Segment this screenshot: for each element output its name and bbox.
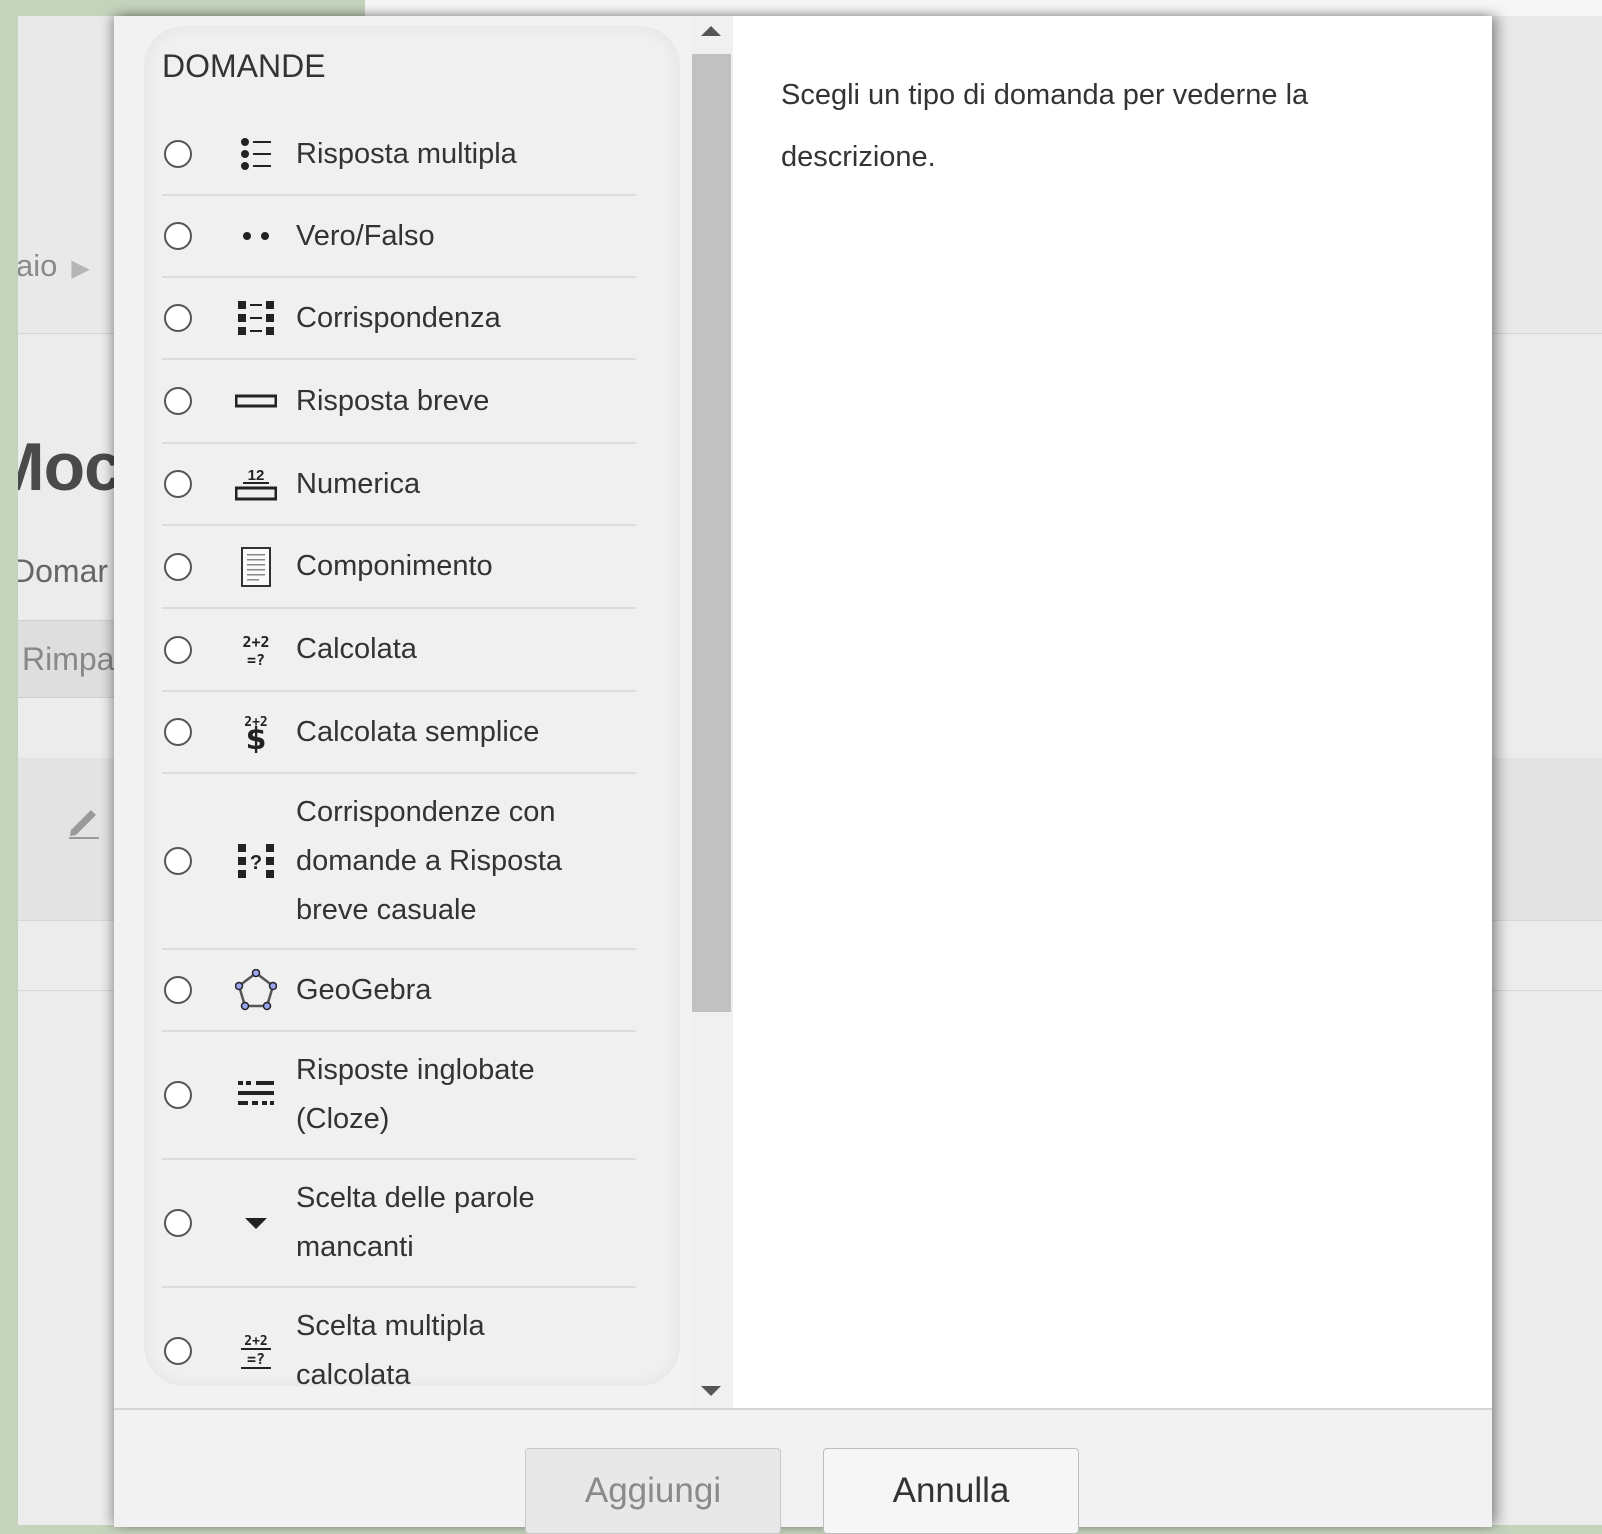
background-page-title: Moc [18,429,122,505]
option-gapselect[interactable]: Scelta delle parole mancanti [162,1160,636,1288]
section-title: DOMANDE [162,48,326,84]
option-multichoice[interactable]: Risposta multipla [162,114,636,196]
radio-button[interactable] [164,552,192,581]
add-button[interactable]: Aggiungi [525,1448,781,1534]
radio-button[interactable] [164,847,192,875]
essay-icon [232,543,280,591]
calculated-simple-icon: 2+2 $ [232,708,280,756]
radio-button[interactable] [164,718,192,746]
random-match-icon: ? [232,837,280,885]
option-truefalse[interactable]: Vero/Falso [162,196,636,278]
calculated-multichoice-icon: 2+2 =? [232,1327,280,1375]
radio-button[interactable] [164,387,192,415]
radio-button[interactable] [164,140,192,168]
options-pane: DOMANDE Risposta multipla Vero/Falso Cor… [114,16,690,1408]
radio-button[interactable] [164,1209,192,1237]
numerical-icon: 12 [232,460,280,508]
truefalse-icon [232,212,280,260]
option-label: Calcolata semplice [296,715,540,748]
option-label: Scelta delle parole mancanti [296,1182,535,1263]
pencil-icon [69,810,99,839]
calculated-icon: 2+2 =? [232,626,280,674]
scroll-up-arrow-icon[interactable] [701,26,721,36]
match-icon [232,294,280,342]
svg-text:2+2: 2+2 [242,633,269,651]
question-type-description: Scegli un tipo di domanda per vederne la… [781,79,1309,173]
shortanswer-icon [232,377,280,425]
question-type-chooser-dialog: DOMANDE Risposta multipla Vero/Falso Cor… [114,16,1492,1534]
option-essay[interactable]: Componimento [162,526,636,609]
option-label: Componimento [296,550,493,582]
question-type-list: Risposta multipla Vero/Falso Corrisponde… [162,114,636,1408]
options-scrollbar[interactable] [690,16,733,1408]
option-calculated[interactable]: 2+2 =? Calcolata [162,609,636,692]
option-label: Risposta multipla [296,137,517,170]
radio-button[interactable] [164,1337,192,1365]
cloze-icon [232,1071,280,1119]
option-label: Vero/Falso [296,219,435,252]
background-subtitle: Domar [18,553,109,589]
option-numerical[interactable]: 12 Numerica [162,444,636,526]
scrollbar-thumb[interactable] [692,54,731,1012]
option-random-match[interactable]: ? Corrispondenze con domande a Risposta … [162,774,636,950]
option-label: GeoGebra [296,973,432,1006]
option-label: Corrispondenze con domande a Risposta br… [296,795,562,926]
option-label: Numerica [296,467,421,500]
geogebra-icon [232,966,280,1014]
svg-text:=?: =? [247,651,265,669]
background-breadcrumb: aio ▶ [18,248,90,283]
cancel-button[interactable]: Annulla [823,1448,1079,1534]
option-label: Risposta breve [296,384,490,417]
option-label: Corrispondenza [296,301,501,334]
option-calculated-multichoice[interactable]: 2+2 =? Scelta multipla calcolata [162,1288,636,1408]
option-label: Scelta multipla calcolata [296,1310,485,1391]
radio-button[interactable] [164,222,192,250]
option-shortanswer[interactable]: Risposta breve [162,360,636,444]
radio-button[interactable] [164,976,192,1004]
svg-text:?: ? [250,852,262,874]
radio-button[interactable] [164,470,192,498]
option-label: Calcolata [296,633,417,665]
svg-text:=?: =? [247,1350,265,1368]
breadcrumb-arrow-icon: ▶ [71,255,90,282]
scroll-down-arrow-icon[interactable] [701,1386,721,1396]
multichoice-icon [232,130,280,178]
svg-text:2+2: 2+2 [244,1334,267,1349]
option-match[interactable]: Corrispondenza [162,278,636,360]
description-pane: Scegli un tipo di domanda per vederne la… [733,16,1492,1408]
dialog-footer: Aggiungi Annulla [114,1408,1492,1534]
gapselect-icon [232,1199,280,1247]
radio-button[interactable] [164,635,192,664]
radio-button[interactable] [164,304,192,332]
option-cloze[interactable]: Risposte inglobate (Cloze) [162,1032,636,1160]
svg-text:12: 12 [248,467,265,484]
radio-button[interactable] [164,1081,192,1109]
option-label: Risposte inglobate (Cloze) [296,1054,535,1135]
option-geogebra[interactable]: GeoGebra [162,950,636,1032]
option-calculated-simple[interactable]: 2+2 $ Calcolata semplice [162,692,636,774]
svg-text:$: $ [246,722,267,753]
background-strip [365,0,1602,16]
